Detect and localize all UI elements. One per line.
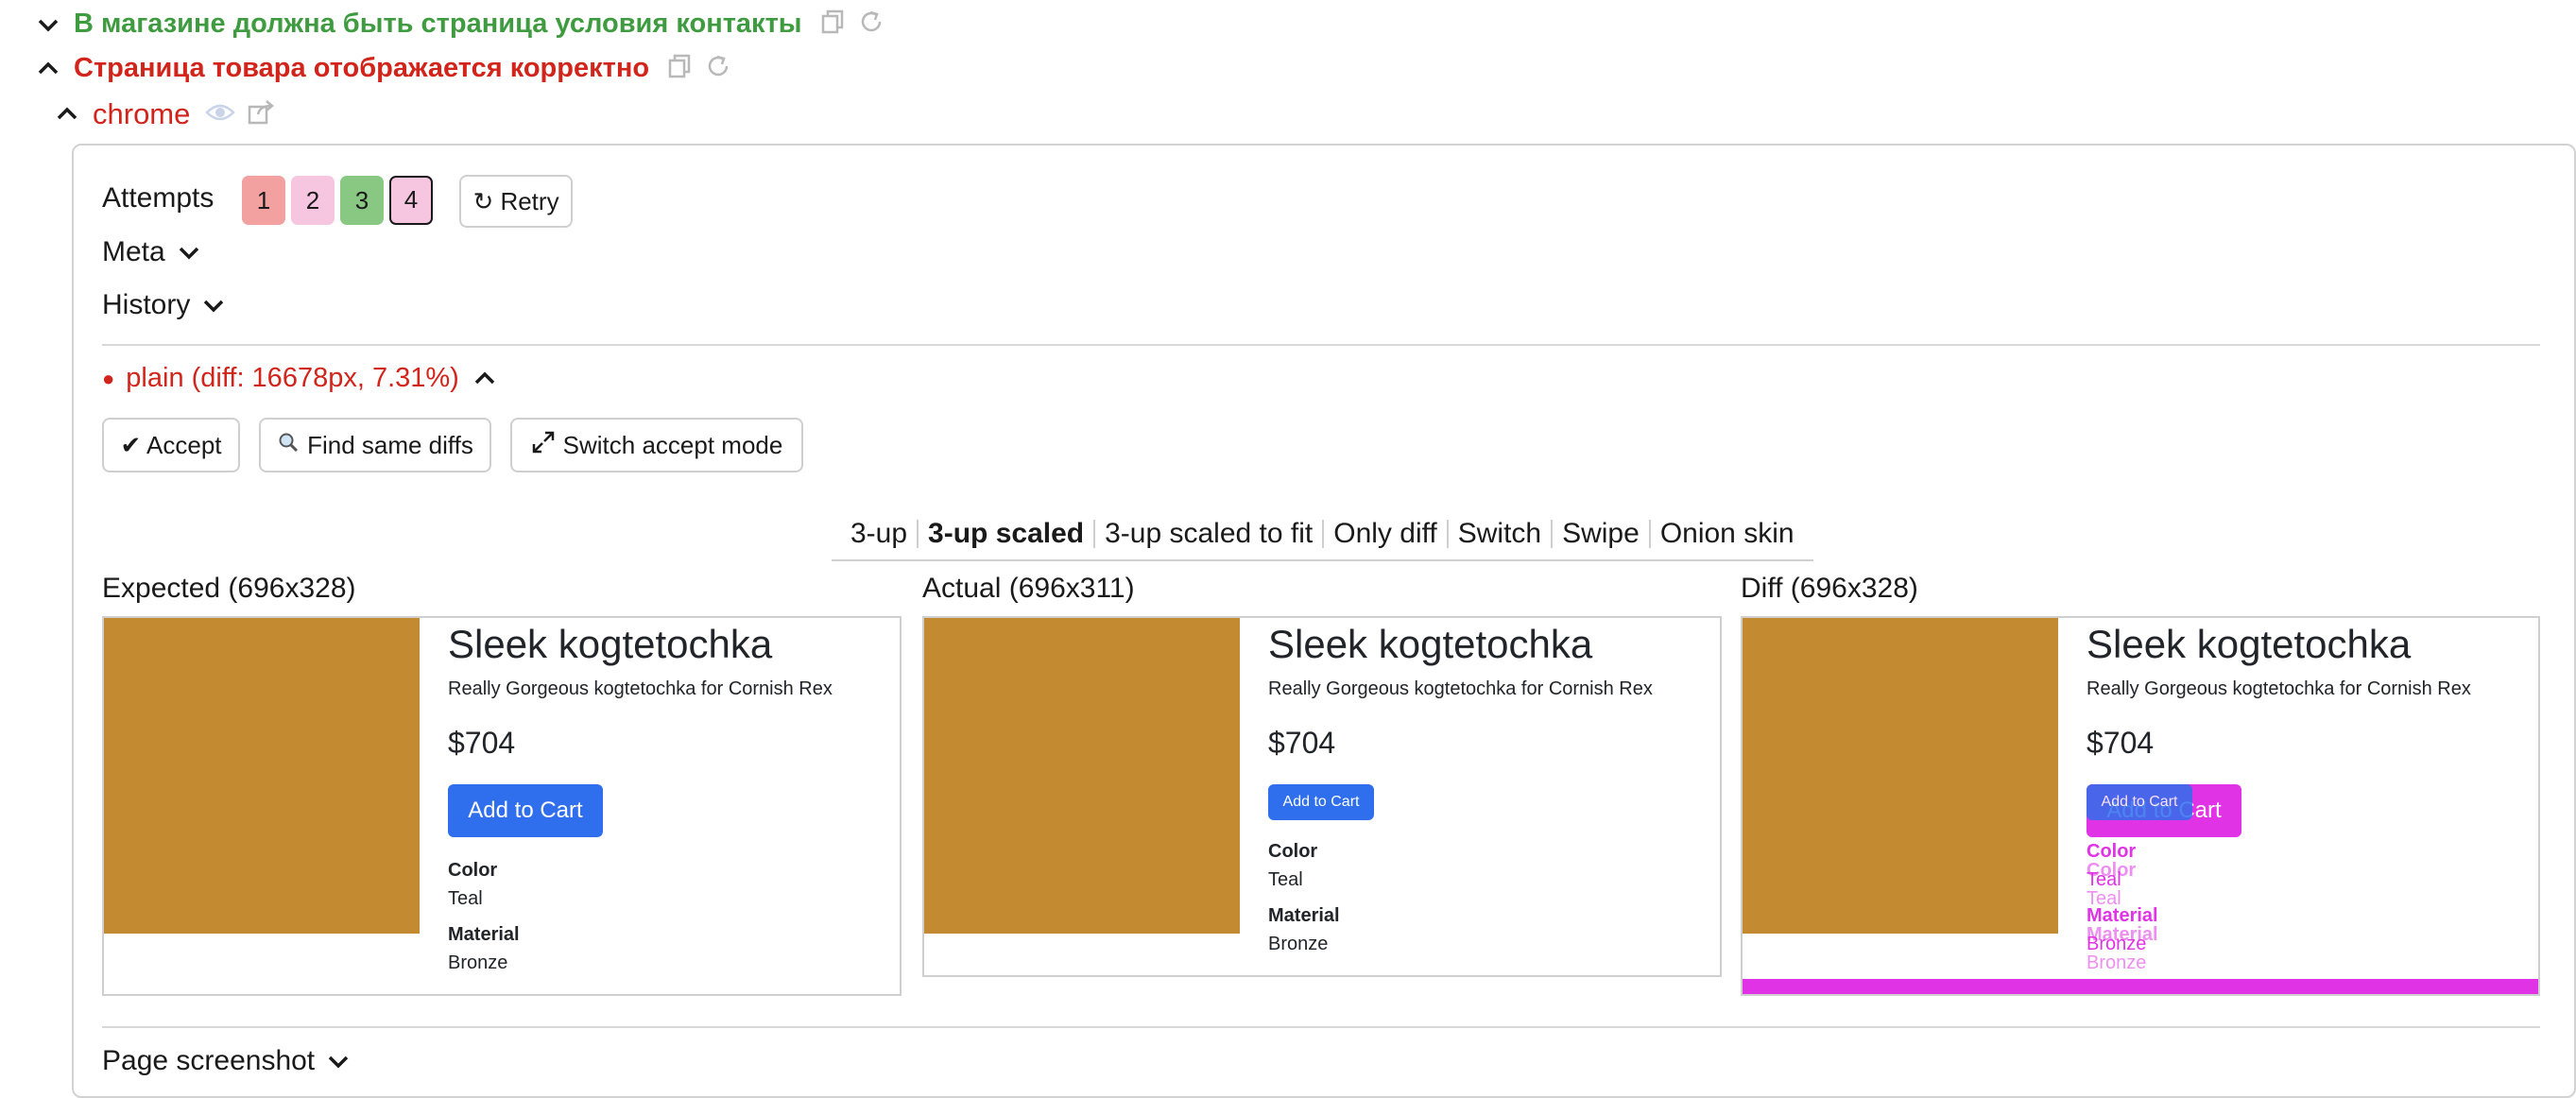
meta-label: Meta (102, 236, 165, 267)
add-to-cart-button: Add to Cart (1268, 784, 1374, 820)
history-toggle[interactable]: History (102, 289, 228, 321)
material-label: Material (1268, 905, 1340, 926)
chevron-down-icon (199, 291, 228, 319)
chevron-up-icon[interactable] (34, 55, 62, 83)
diff-state-label: plain (diff: 16678px, 7.31%) (126, 363, 459, 393)
expand-arrows-icon (531, 430, 556, 461)
view-mode-3up-scaled-to-fit[interactable]: 3-up scaled to fit (1095, 518, 1322, 550)
browser-name: chrome (93, 97, 191, 130)
chevron-down-icon (324, 1047, 352, 1075)
actual-image[interactable]: Sleek kogtetochka Really Gorgeous kogtet… (922, 616, 1722, 977)
switch-accept-mode-button[interactable]: Switch accept mode (510, 418, 803, 472)
accept-button[interactable]: ✔ Accept (102, 418, 240, 472)
attempt-tab-3[interactable]: 3 (340, 176, 384, 225)
color-value-ghost: Teal (2087, 888, 2121, 909)
suite-title: В магазине должна быть страница условия … (74, 9, 802, 39)
diff-image[interactable]: Sleek kogtetochka Really Gorgeous kogtet… (1741, 616, 2540, 996)
product-image (104, 618, 420, 934)
chevron-up-icon (471, 365, 499, 393)
retry-icon[interactable] (857, 8, 885, 41)
material-value: Bronze (448, 952, 508, 973)
product-price: $704 (1268, 726, 1336, 760)
add-to-cart-button: Add to Cart (2087, 784, 2192, 820)
attempts-label: Attempts (102, 182, 215, 214)
browser-row[interactable]: chrome (53, 97, 275, 131)
suite-row-contacts[interactable]: В магазине должна быть страница условия … (34, 8, 885, 41)
material-label-ghost: Material (2087, 924, 2158, 945)
expected-image[interactable]: Sleek kogtetochka Really Gorgeous kogtet… (102, 616, 902, 996)
meta-toggle[interactable]: Meta (102, 236, 203, 268)
color-label-ghost: Color (2087, 860, 2137, 881)
page-screenshot-toggle[interactable]: Page screenshot (102, 1045, 352, 1077)
view-mode-tabs: 3-up 3-up scaled 3-up scaled to fit Only… (832, 508, 1813, 561)
search-icon (277, 431, 300, 460)
add-to-cart-button: Add to Cart (448, 784, 603, 837)
product-price: $704 (2087, 726, 2155, 760)
suite-row-product-page[interactable]: Страница товара отображается корректно (34, 52, 732, 85)
product-image (924, 618, 1240, 934)
actual-title: Actual (696x311) (922, 573, 1135, 604)
material-value: Bronze (1268, 934, 1329, 954)
attempt-tab-1[interactable]: 1 (242, 176, 285, 225)
product-description: Really Gorgeous kogtetochka for Cornish … (448, 678, 833, 699)
attempt-tab-4[interactable]: 4 (389, 176, 433, 225)
product-name: Sleek kogtetochka (448, 622, 773, 666)
product-description: Really Gorgeous kogtetochka for Cornish … (2087, 678, 2471, 699)
retry-icon[interactable] (704, 52, 732, 85)
view-mode-only-diff[interactable]: Only diff (1324, 518, 1447, 550)
eye-icon[interactable] (205, 101, 236, 129)
history-label: History (102, 289, 191, 320)
attempt-tab-2[interactable]: 2 (291, 176, 335, 225)
view-mode-switch[interactable]: Switch (1449, 518, 1551, 550)
view-mode-3up-scaled[interactable]: 3-up scaled (919, 518, 1093, 550)
status-dot: ● (102, 366, 115, 390)
expected-title: Expected (696x328) (102, 573, 356, 604)
product-price: $704 (448, 726, 516, 760)
view-mode-3up[interactable]: 3-up (841, 518, 917, 550)
share-icon[interactable] (247, 99, 275, 130)
divider (102, 344, 2540, 346)
chevron-down-icon (175, 238, 203, 266)
chevron-down-icon[interactable] (34, 10, 62, 39)
color-label: Color (448, 860, 498, 881)
product-name: Sleek kogtetochka (2087, 622, 2412, 666)
product-image (1743, 618, 2058, 934)
diff-highlight-bar (1743, 979, 2538, 994)
retry-button[interactable]: ↻ Retry (459, 175, 573, 228)
switch-accept-mode-label: Switch accept mode (562, 430, 783, 459)
view-mode-onion-skin[interactable]: Onion skin (1651, 518, 1804, 550)
color-value: Teal (1268, 869, 1303, 890)
material-label: Material (448, 924, 520, 945)
product-description: Really Gorgeous kogtetochka for Cornish … (1268, 678, 1653, 699)
view-mode-swipe[interactable]: Swipe (1553, 518, 1649, 550)
material-value-ghost: Bronze (2087, 952, 2147, 973)
copy-icon[interactable] (666, 53, 693, 84)
diff-state-toggle[interactable]: ● plain (diff: 16678px, 7.31%) (102, 363, 499, 394)
suite-title: Страница товара отображается корректно (74, 53, 650, 83)
page-screenshot-label: Page screenshot (102, 1045, 316, 1076)
find-same-diffs-button[interactable]: Find same diffs (259, 418, 491, 472)
color-value: Teal (448, 888, 483, 909)
product-name: Sleek kogtetochka (1268, 622, 1593, 666)
color-label: Color (1268, 841, 1318, 862)
divider (102, 1026, 2540, 1028)
chevron-up-icon[interactable] (53, 100, 81, 129)
diff-title: Diff (696x328) (1741, 573, 1918, 604)
copy-icon[interactable] (819, 9, 846, 40)
find-same-diffs-label: Find same diffs (307, 430, 473, 459)
